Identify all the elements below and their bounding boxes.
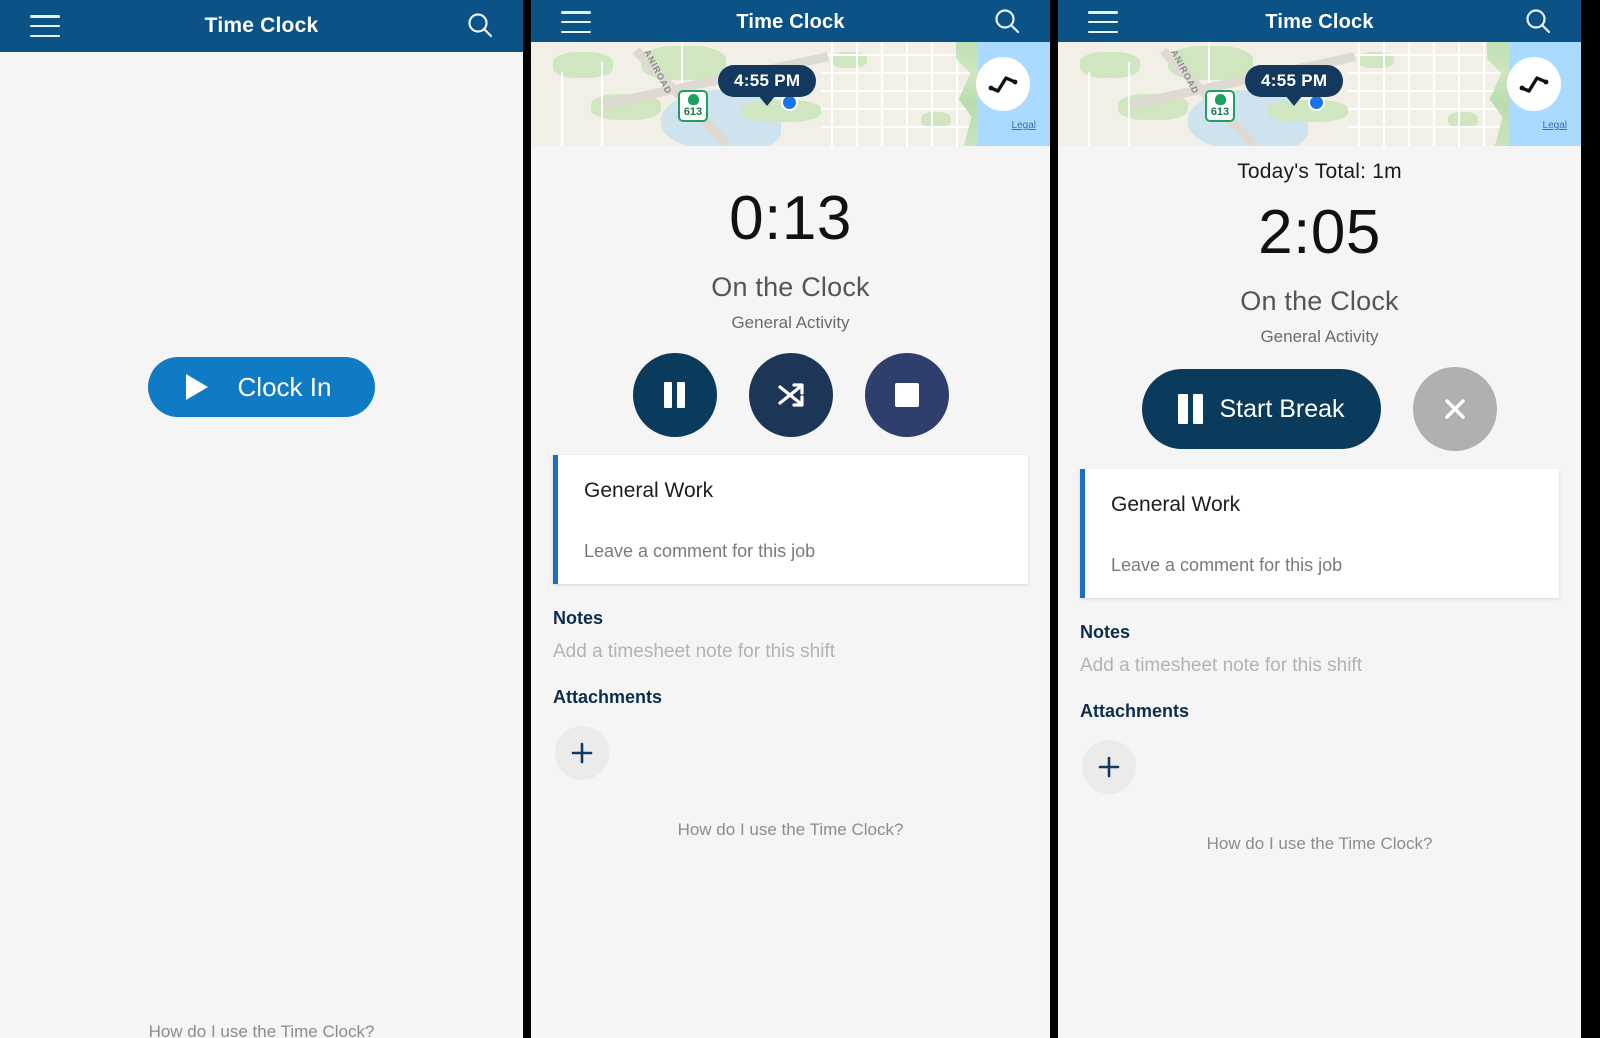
hamburger-menu-icon[interactable]: [561, 11, 591, 33]
job-comment-placeholder[interactable]: Leave a comment for this job: [1111, 555, 1559, 576]
switch-job-button[interactable]: [748, 353, 833, 437]
search-icon[interactable]: [465, 11, 495, 41]
hamburger-menu-icon[interactable]: [1088, 11, 1118, 33]
highway-shield-icon: 613: [1205, 90, 1235, 122]
legal-link[interactable]: Legal: [1012, 120, 1036, 131]
job-title: General Work: [1111, 493, 1241, 516]
time-badge: 4:55 PM: [718, 65, 817, 97]
screenshot-root: Time Clock Clock In How do I use the Tim…: [0, 0, 1600, 1038]
notes-heading: Notes: [1080, 622, 1131, 642]
clock-in-area: Clock In: [0, 357, 523, 417]
elapsed-timer: 0:13: [729, 184, 852, 253]
app-bar: Time Clock: [1058, 0, 1581, 42]
job-title: General Work: [584, 479, 714, 502]
notes-input[interactable]: Add a timesheet note for this shift: [1080, 655, 1581, 677]
clock-in-label: Clock In: [237, 371, 332, 402]
help-link[interactable]: How do I use the Time Clock?: [1058, 834, 1581, 854]
search-icon[interactable]: [992, 7, 1022, 37]
current-activity: General Activity: [1260, 327, 1379, 346]
attachments-heading: Attachments: [553, 687, 663, 707]
map-street: [1408, 42, 1410, 146]
add-attachment-button[interactable]: [1082, 740, 1136, 794]
map-street: [881, 42, 883, 146]
map-street: [1348, 90, 1508, 92]
map-street: [1348, 126, 1508, 128]
plus-icon: [1098, 756, 1120, 778]
shuffle-switch-icon: [777, 383, 804, 407]
stop-button[interactable]: [864, 353, 949, 437]
screen-clocked-out: Time Clock Clock In How do I use the Tim…: [0, 0, 523, 1038]
notes-heading: Notes: [553, 608, 604, 628]
help-link[interactable]: How do I use the Time Clock?: [0, 1022, 523, 1038]
current-activity: General Activity: [731, 313, 850, 332]
clock-status: On the Clock: [1240, 286, 1399, 316]
start-break-label: Start Break: [1219, 394, 1345, 423]
screen-on-the-clock: Time Clock ANIROAD 613 4:55 PM Legal 0:1…: [531, 0, 1050, 1038]
panel-divider-2: [1050, 0, 1058, 1038]
map-street: [821, 72, 981, 74]
clock-actions: [531, 353, 1050, 437]
close-x-icon: [1444, 399, 1465, 419]
job-card[interactable]: General Work Leave a comment for this jo…: [553, 455, 1028, 584]
start-break-button[interactable]: Start Break: [1142, 369, 1381, 449]
attachments-heading: Attachments: [1080, 701, 1190, 721]
highway-shield-icon: 613: [678, 90, 708, 122]
map-street: [1348, 54, 1508, 56]
screen-on-the-clock-with-total: Time Clock ANIROAD 613 4:55 PM Legal Tod…: [1058, 0, 1581, 1038]
pause-icon: [664, 382, 685, 408]
location-map[interactable]: ANIROAD 613 4:55 PM Legal: [531, 42, 1050, 146]
map-street: [831, 42, 833, 146]
location-map[interactable]: ANIROAD 613 4:55 PM Legal: [1058, 42, 1581, 146]
map-street: [1358, 42, 1360, 146]
pause-icon: [1178, 394, 1204, 424]
help-link[interactable]: How do I use the Time Clock?: [531, 820, 1050, 840]
highway-number: 613: [1210, 106, 1230, 118]
job-comment-placeholder[interactable]: Leave a comment for this job: [584, 541, 1028, 562]
cancel-button[interactable]: [1412, 367, 1497, 451]
legal-link[interactable]: Legal: [1543, 120, 1567, 131]
map-street: [561, 72, 563, 146]
pause-button[interactable]: [632, 353, 717, 437]
map-street: [906, 42, 908, 146]
map-street: [821, 126, 981, 128]
map-street: [856, 42, 858, 146]
notes-input[interactable]: Add a timesheet note for this shift: [553, 641, 1050, 663]
map-street: [1348, 108, 1508, 110]
clock-in-button[interactable]: Clock In: [147, 357, 376, 417]
map-street: [821, 90, 981, 92]
map-street: [1458, 42, 1460, 146]
stop-square-icon: [894, 383, 919, 407]
todays-total: Today's Total: 1m: [1237, 160, 1402, 183]
search-icon[interactable]: [1523, 7, 1553, 37]
plus-icon: [571, 742, 593, 764]
map-street: [1483, 42, 1485, 146]
clock-status: On the Clock: [711, 272, 870, 302]
clock-actions: Start Break: [1058, 367, 1581, 451]
activity-trend-icon[interactable]: [976, 57, 1030, 111]
page-title: Time Clock: [204, 14, 319, 37]
app-bar: Time Clock: [0, 0, 523, 52]
map-street: [821, 108, 981, 110]
time-badge: 4:55 PM: [1245, 65, 1344, 97]
app-bar: Time Clock: [531, 0, 1050, 42]
highway-number: 613: [683, 106, 703, 118]
add-attachment-button[interactable]: [555, 726, 609, 780]
elapsed-timer: 2:05: [1258, 198, 1381, 267]
map-street: [931, 42, 933, 146]
map-street: [1433, 42, 1435, 146]
map-street: [1088, 72, 1090, 146]
activity-trend-icon[interactable]: [1507, 57, 1561, 111]
map-street: [1348, 72, 1508, 74]
page-title: Time Clock: [1265, 10, 1374, 33]
panel-divider-1: [523, 0, 531, 1038]
page-title: Time Clock: [736, 10, 845, 33]
play-icon: [185, 374, 208, 400]
hamburger-menu-icon[interactable]: [30, 15, 60, 37]
map-street: [1383, 42, 1385, 146]
job-card[interactable]: General Work Leave a comment for this jo…: [1080, 469, 1559, 598]
